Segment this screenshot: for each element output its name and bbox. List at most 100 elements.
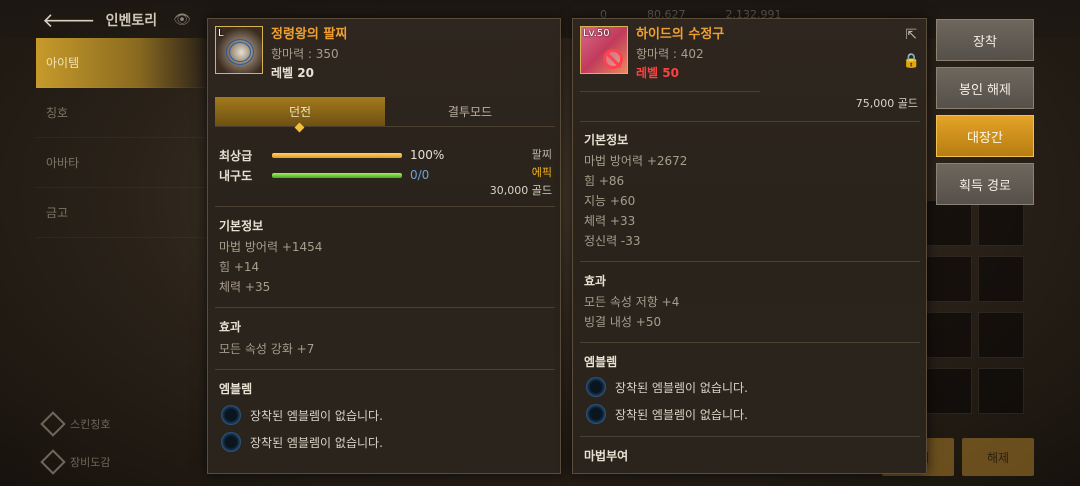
icon-level: L [218, 28, 224, 39]
basic-line: 체력 +33 [584, 214, 636, 228]
emblem-slot-icon[interactable] [586, 377, 606, 397]
effect-title: 효과 [219, 320, 242, 334]
bottom-button-2[interactable]: 해제 [962, 438, 1034, 476]
divider [580, 91, 760, 92]
effect-line: 빙결 내성 +50 [584, 315, 662, 329]
item-tooltip-selected: Lv.50 하이드의 수정구 항마력 : 402 레벨 50 ⇱ 🔒 75,00… [572, 18, 927, 474]
equipment-book-label: 장비도감 [70, 456, 111, 469]
enchant-title: 마법부여 [584, 449, 629, 463]
divider [580, 342, 920, 343]
basic-line: 지능 +60 [584, 194, 636, 208]
menu-item-titles[interactable]: 칭호 [36, 88, 206, 138]
grade-bar [272, 152, 402, 158]
lock-icon[interactable]: 🔒 [903, 53, 920, 69]
basic-info-list: 마법 방어력 +2672 힘 +86 지능 +60 체력 +33 정신력 -33 [584, 151, 687, 251]
tab-dungeon[interactable]: 던전 [215, 97, 385, 126]
divider [580, 121, 920, 122]
item-level: 레벨 20 [271, 66, 314, 80]
emblem-slot-icon[interactable] [221, 405, 241, 425]
item-price: 75,000 골드 [855, 97, 918, 110]
divider [215, 206, 555, 207]
diamond-icon [40, 411, 66, 437]
forbidden-icon [603, 49, 623, 69]
grade-value: 100% [410, 148, 445, 162]
inventory-slot[interactable] [978, 256, 1024, 302]
menu-item-avatar[interactable]: 아바타 [36, 138, 206, 188]
orb-icon: Lv.50 [580, 26, 628, 74]
emblem-text: 장착된 엠블렘이 없습니다. [615, 380, 748, 395]
item-level: 레벨 50 [636, 66, 679, 80]
emblem-slot-row: 장착된 엠블렘이 없습니다. [221, 405, 383, 425]
emblem-title: 엠블렘 [219, 382, 253, 396]
tab-pvp[interactable]: 결투모드 [385, 97, 555, 126]
menu-item-vault[interactable]: 금고 [36, 188, 206, 238]
item-name: 하이드의 수정구 [636, 27, 725, 42]
effect-list: 모든 속성 강화 +7 [219, 339, 314, 359]
emblem-text: 장착된 엠블렘이 없습니다. [615, 407, 748, 422]
item-meta: 팔찌 에픽 30,000 골드 [490, 146, 552, 200]
emblem-slot-row: 장착된 엠블렘이 없습니다. [586, 377, 748, 397]
basic-line: 정신력 -33 [584, 234, 641, 248]
blacksmith-button[interactable]: 대장간 [936, 115, 1034, 157]
skin-title-link[interactable]: 스킨칭호 [40, 405, 111, 443]
obtain-route-button[interactable]: 획득 경로 [936, 163, 1034, 205]
item-price: 30,000 골드 [489, 184, 552, 197]
inventory-slot[interactable] [926, 200, 972, 246]
inventory-slot[interactable] [978, 312, 1024, 358]
emblem-slot-icon[interactable] [586, 404, 606, 424]
emblem-slot-row: 장착된 엠블렘이 없습니다. [221, 432, 383, 452]
inventory-slot[interactable] [926, 312, 972, 358]
item-tooltip-equipped: L 정령왕의 팔찌 항마력 : 350 레벨 20 던전 결투모드 최상급 10… [207, 18, 561, 474]
item-header: L 정령왕의 팔찌 항마력 : 350 레벨 20 [215, 26, 347, 82]
item-header: Lv.50 하이드의 수정구 항마력 : 402 레벨 50 [580, 26, 724, 82]
mode-tabs: 던전 결투모드 [215, 97, 555, 127]
ring-shape [226, 39, 254, 65]
divider [215, 307, 555, 308]
effect-line: 모든 속성 저항 +4 [584, 295, 680, 309]
basic-line: 힘 +14 [219, 260, 260, 274]
basic-line: 마법 방어력 +2672 [584, 154, 688, 168]
back-navigation[interactable]: 🡐 인벤토리 👁 [42, 8, 191, 32]
durability-bar-row: 내구도 0/0 [219, 165, 460, 185]
diamond-icon [40, 449, 66, 475]
item-type: 팔찌 [531, 148, 552, 161]
inventory-slot[interactable] [978, 200, 1024, 246]
grade-label: 최상급 [219, 148, 253, 163]
item-rarity: 에픽 [531, 166, 552, 179]
basic-info-title: 기본정보 [219, 219, 264, 233]
left-bottom-menu: 스킨칭호 장비도감 [40, 405, 111, 481]
bracelet-icon: L [215, 26, 263, 74]
durability-label: 내구도 [219, 168, 253, 183]
grade-bar-row: 최상급 100% [219, 145, 460, 165]
equipment-book-link[interactable]: 장비도감 [40, 443, 111, 481]
header-actions: ⇱ 🔒 [903, 27, 920, 69]
item-stat: 항마력 : 402 [636, 47, 704, 61]
item-stat: 항마력 : 350 [271, 47, 339, 61]
inventory-slot[interactable] [926, 256, 972, 302]
inventory-title: 인벤토리 [105, 13, 158, 29]
share-icon[interactable]: ⇱ [905, 27, 917, 43]
icon-level: Lv.50 [583, 28, 610, 39]
basic-line: 마법 방어력 +1454 [219, 240, 323, 254]
unseal-button[interactable]: 봉인 해제 [936, 67, 1034, 109]
emblem-text: 장착된 엠블렘이 없습니다. [250, 408, 383, 423]
emblem-slot-icon[interactable] [221, 432, 241, 452]
emblem-title: 엠블렘 [584, 355, 618, 369]
basic-line: 힘 +86 [584, 174, 625, 188]
menu-item-items[interactable]: 아이템 [36, 38, 206, 88]
eye-icon[interactable]: 👁 [173, 12, 191, 28]
divider [215, 369, 555, 370]
durability-value: 0/0 [410, 168, 430, 182]
back-arrow-icon[interactable]: 🡐 [42, 8, 96, 32]
inventory-slot[interactable] [926, 368, 972, 414]
item-actions: 장착 봉인 해제 대장간 획득 경로 [936, 19, 1034, 205]
effect-list: 모든 속성 저항 +4 빙결 내성 +50 [584, 292, 679, 332]
emblem-slot-row: 장착된 엠블렘이 없습니다. [586, 404, 748, 424]
durability-bar [272, 172, 402, 178]
divider [580, 436, 920, 437]
basic-line: 체력 +35 [219, 280, 271, 294]
skin-title-label: 스킨칭호 [70, 418, 111, 431]
item-name: 정령왕의 팔찌 [271, 27, 348, 42]
inventory-slot[interactable] [978, 368, 1024, 414]
equip-button[interactable]: 장착 [936, 19, 1034, 61]
